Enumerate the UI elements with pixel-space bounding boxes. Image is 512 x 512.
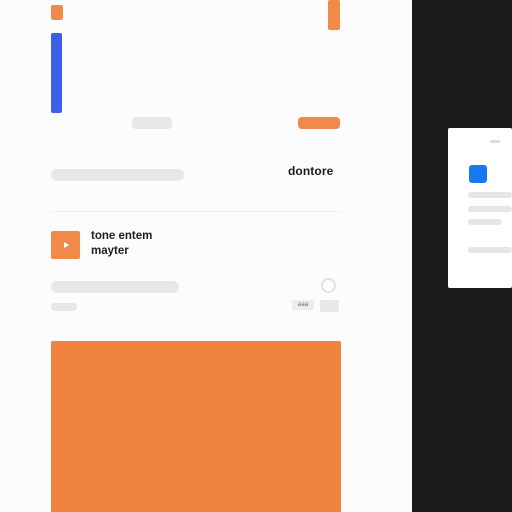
play-button[interactable] xyxy=(51,231,80,259)
orange-scroll-marker[interactable] xyxy=(328,0,340,30)
side-preview-card[interactable] xyxy=(448,128,512,288)
app-window: dontore tone entem mayter aaa xyxy=(0,0,512,512)
play-icon xyxy=(63,242,69,248)
main-content: dontore tone entem mayter aaa xyxy=(0,0,412,512)
orange-tab-indicator[interactable] xyxy=(51,5,63,20)
radio-option[interactable] xyxy=(321,278,336,293)
placeholder-pill xyxy=(132,117,172,129)
small-tag-chip-blank[interactable] xyxy=(320,300,339,312)
placeholder-line-short xyxy=(51,303,77,311)
section-header-label: dontore xyxy=(288,164,334,178)
card-placeholder-line xyxy=(468,219,502,225)
blue-accent-bar xyxy=(51,33,62,113)
card-placeholder-line xyxy=(468,192,512,198)
blue-app-icon[interactable] xyxy=(469,165,487,183)
divider xyxy=(51,211,341,212)
card-top-marker xyxy=(490,140,500,143)
orange-action-button[interactable] xyxy=(298,117,340,129)
card-placeholder-line xyxy=(468,247,512,253)
small-tag-chip[interactable]: aaa xyxy=(292,300,314,310)
hero-media-block[interactable] xyxy=(51,341,341,512)
placeholder-line xyxy=(51,281,179,293)
media-title: tone entem mayter xyxy=(91,230,153,257)
card-placeholder-line xyxy=(468,206,512,212)
placeholder-line xyxy=(51,169,184,181)
